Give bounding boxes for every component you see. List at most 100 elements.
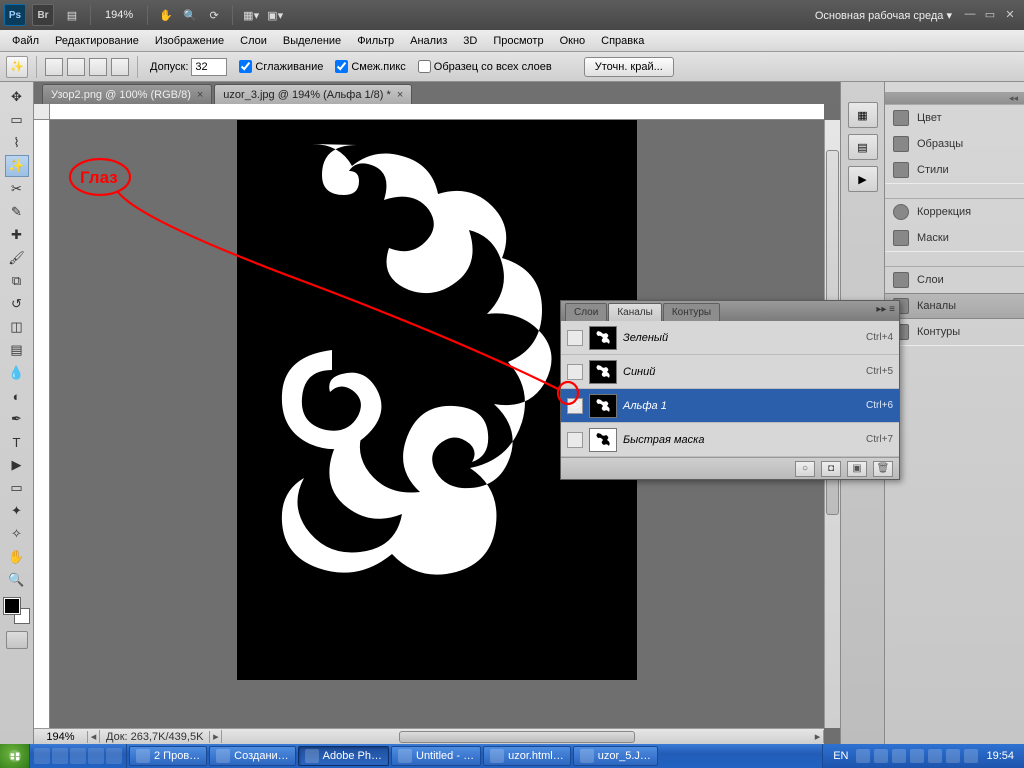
task-button[interactable]: 2 Пров… — [129, 746, 207, 766]
blur-tool-icon[interactable]: 💧 — [5, 362, 29, 384]
3d-tool-icon[interactable]: ✦ — [5, 500, 29, 522]
dodge-tool-icon[interactable]: ◐ — [5, 385, 29, 407]
menu-window[interactable]: Окно — [552, 32, 594, 50]
tray-icon[interactable] — [928, 749, 942, 763]
tray-icon[interactable] — [892, 749, 906, 763]
restore-button[interactable]: ▭ — [982, 8, 998, 22]
panel-tab-masks[interactable]: Маски — [885, 225, 1024, 251]
task-button[interactable]: uzor_5.J… — [573, 746, 658, 766]
doc-tab[interactable]: Узор2.png @ 100% (RGB/8)× — [42, 84, 212, 104]
task-button[interactable]: Adobe Ph… — [298, 746, 389, 766]
delete-channel-icon[interactable]: 🗑 — [873, 461, 893, 477]
arrange-docs-icon[interactable]: ▦▾ — [241, 5, 261, 25]
healing-tool-icon[interactable]: ✚ — [5, 224, 29, 246]
antialias-checkbox[interactable]: Сглаживание — [239, 60, 323, 73]
panel-tab-paths[interactable]: Контуры — [885, 319, 1024, 345]
panel-icon[interactable]: ▤ — [848, 134, 878, 160]
panel-collapse-icon[interactable]: ◂◂ — [885, 92, 1024, 104]
visibility-toggle[interactable] — [567, 432, 583, 448]
type-tool-icon[interactable]: T — [5, 431, 29, 453]
channels-panel[interactable]: Слои Каналы Контуры ▸▸ ≡ Зеленый Ctrl+4 … — [560, 300, 900, 480]
hand-tool-icon[interactable]: ✋ — [156, 5, 176, 25]
film-icon[interactable]: ▤ — [62, 5, 82, 25]
menu-view[interactable]: Просмотр — [485, 32, 551, 50]
zoom-tool-icon[interactable]: 🔍 — [180, 5, 200, 25]
tolerance-input[interactable] — [191, 58, 227, 76]
horizontal-scrollbar[interactable] — [222, 730, 812, 744]
close-icon[interactable]: × — [197, 89, 203, 101]
refine-edge-button[interactable]: Уточн. край... — [584, 57, 674, 77]
menu-filter[interactable]: Фильтр — [349, 32, 402, 50]
workspace-switcher[interactable]: Основная рабочая среда ▾ — [815, 9, 952, 22]
ql-icon[interactable] — [34, 748, 50, 764]
stamp-tool-icon[interactable]: ⧉ — [5, 270, 29, 292]
ruler-horizontal[interactable] — [50, 104, 824, 120]
tray-icon[interactable] — [910, 749, 924, 763]
zoom-level[interactable]: 194% — [105, 9, 133, 21]
tab-paths[interactable]: Контуры — [663, 303, 720, 321]
visibility-toggle[interactable] — [567, 364, 583, 380]
quick-mask-toggle[interactable] — [6, 631, 28, 649]
move-tool-icon[interactable]: ✥ — [5, 86, 29, 108]
close-button[interactable]: ✕ — [1002, 8, 1018, 22]
channel-row[interactable]: Быстрая маска Ctrl+7 — [561, 423, 899, 457]
ql-icon[interactable] — [52, 748, 68, 764]
zoom-tool-icon[interactable]: 🔍 — [5, 569, 29, 591]
ql-icon[interactable] — [88, 748, 104, 764]
pen-tool-icon[interactable]: ✒ — [5, 408, 29, 430]
clock[interactable]: 19:54 — [982, 750, 1018, 762]
shape-tool-icon[interactable]: ▭ — [5, 477, 29, 499]
nav-right-icon[interactable]: ▸ — [812, 730, 824, 743]
all-layers-checkbox[interactable]: Образец со всех слоев — [418, 60, 552, 73]
channel-row[interactable]: Зеленый Ctrl+4 — [561, 321, 899, 355]
tab-channels[interactable]: Каналы — [608, 303, 662, 321]
3d-camera-tool-icon[interactable]: ✧ — [5, 523, 29, 545]
magic-wand-tool-icon[interactable]: ✨ — [5, 155, 29, 177]
visibility-toggle[interactable] — [567, 330, 583, 346]
brush-tool-icon[interactable]: 🖌 — [5, 247, 29, 269]
path-select-tool-icon[interactable]: ▶ — [5, 454, 29, 476]
eyedropper-tool-icon[interactable]: ✎ — [5, 201, 29, 223]
language-indicator[interactable]: EN — [829, 750, 852, 762]
history-brush-tool-icon[interactable]: ↺ — [5, 293, 29, 315]
panel-tab-swatches[interactable]: Образцы — [885, 131, 1024, 157]
crop-tool-icon[interactable]: ✂ — [5, 178, 29, 200]
rotate-view-icon[interactable]: ⟳ — [204, 5, 224, 25]
ruler-vertical[interactable] — [34, 120, 50, 728]
save-selection-icon[interactable]: ◘ — [821, 461, 841, 477]
new-channel-icon[interactable]: ▣ — [847, 461, 867, 477]
tab-layers[interactable]: Слои — [565, 303, 607, 321]
tray-icon[interactable] — [964, 749, 978, 763]
eraser-tool-icon[interactable]: ◫ — [5, 316, 29, 338]
gradient-tool-icon[interactable]: ▤ — [5, 339, 29, 361]
menu-help[interactable]: Справка — [593, 32, 652, 50]
intersect-selection-icon[interactable] — [111, 58, 129, 76]
panel-tab-channels[interactable]: Каналы — [885, 293, 1024, 319]
menu-layer[interactable]: Слои — [232, 32, 275, 50]
ql-icon[interactable] — [70, 748, 86, 764]
minimize-button[interactable]: — — [962, 8, 978, 22]
zoom-readout[interactable]: 194% — [34, 731, 88, 743]
hand-tool-icon[interactable]: ✋ — [5, 546, 29, 568]
menu-analysis[interactable]: Анализ — [402, 32, 455, 50]
panel-icon[interactable]: ▶ — [848, 166, 878, 192]
channel-row[interactable]: Синий Ctrl+5 — [561, 355, 899, 389]
menu-file[interactable]: Файл — [4, 32, 47, 50]
panel-tab-styles[interactable]: Стили — [885, 157, 1024, 183]
screen-mode-icon[interactable]: ▣▾ — [265, 5, 285, 25]
menu-select[interactable]: Выделение — [275, 32, 349, 50]
panel-tab-adjustments[interactable]: Коррекция — [885, 199, 1024, 225]
tray-icon[interactable] — [856, 749, 870, 763]
task-button[interactable]: uzor.html… — [483, 746, 571, 766]
panel-tab-layers[interactable]: Слои — [885, 267, 1024, 293]
lasso-tool-icon[interactable]: ⌇ — [5, 132, 29, 154]
task-button[interactable]: Untitled - … — [391, 746, 481, 766]
contiguous-checkbox[interactable]: Смеж.пикс — [335, 60, 405, 73]
visibility-toggle[interactable]: 👁 — [567, 398, 583, 414]
doc-tab[interactable]: uzor_3.jpg @ 194% (Альфа 1/8) *× — [214, 84, 412, 104]
menu-3d[interactable]: 3D — [455, 32, 485, 50]
bridge-logo-icon[interactable]: Br — [32, 4, 54, 26]
close-icon[interactable]: × — [397, 89, 403, 101]
color-swatches[interactable] — [4, 598, 30, 624]
start-button[interactable] — [0, 744, 30, 768]
